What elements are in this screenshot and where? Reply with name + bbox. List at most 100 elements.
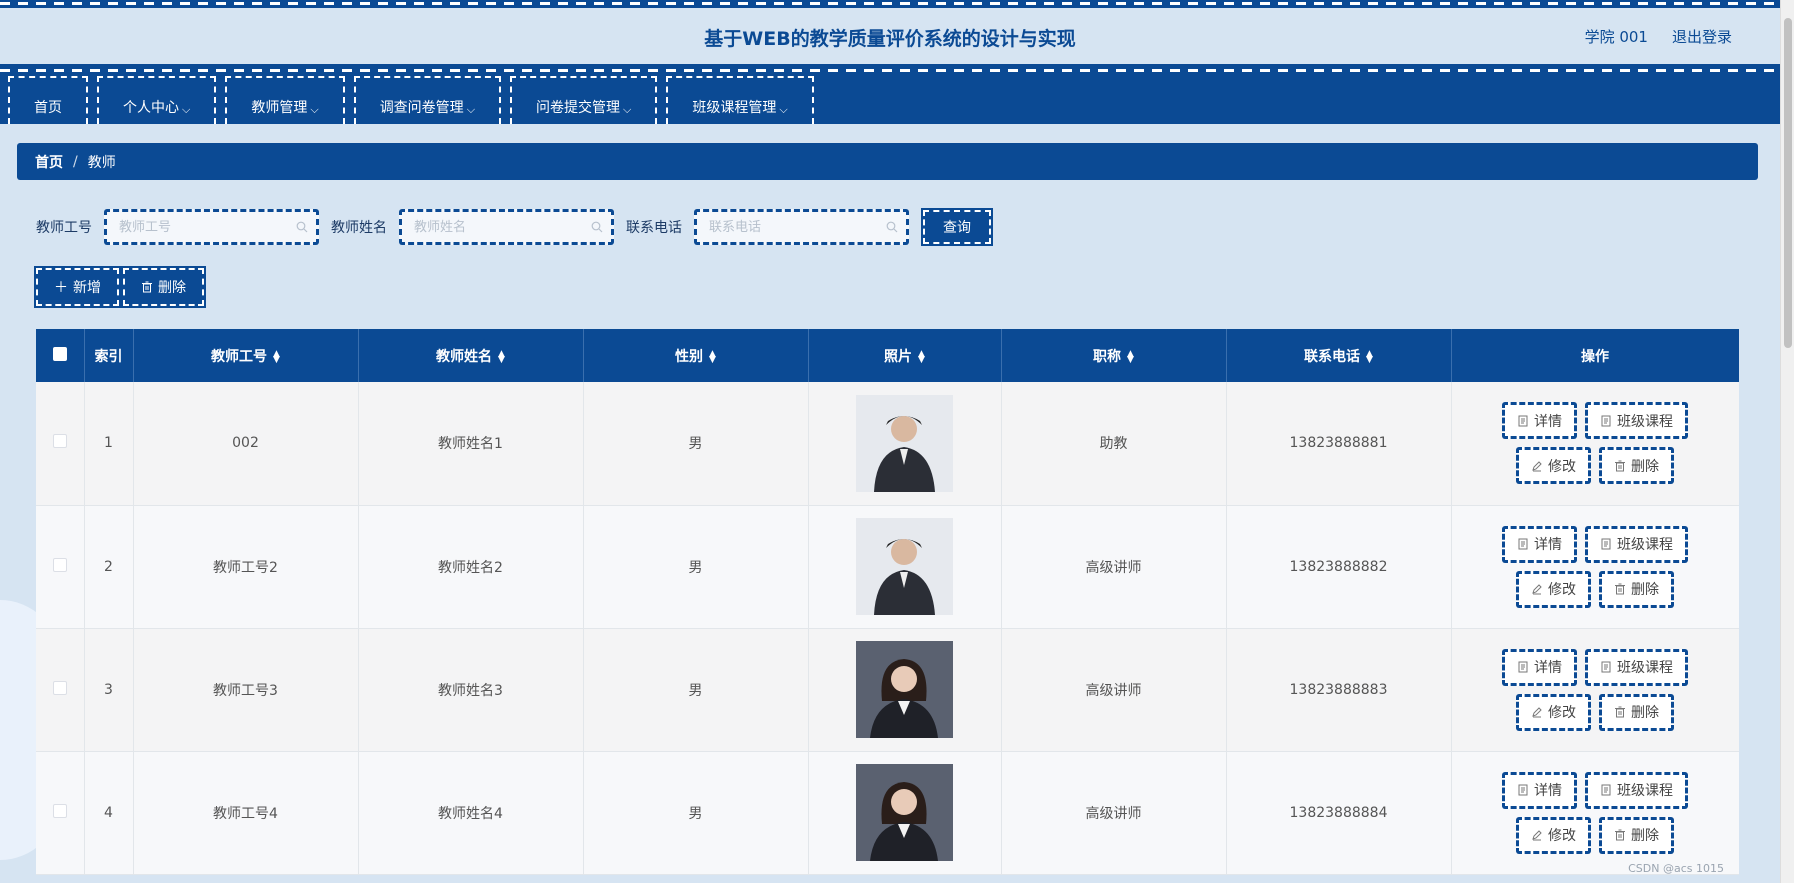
index-cell: 1: [84, 382, 134, 506]
teacher-id-cell: 教师工号3: [133, 628, 359, 752]
sort-icon[interactable]: ▲ ▼: [918, 349, 925, 364]
row-delete-button[interactable]: 删除: [1599, 816, 1674, 854]
table-row: 1 002 教师姓名1 男 助教 13823888881 详情 班级课程 修改 删除: [36, 382, 1739, 506]
edit-button[interactable]: 修改: [1516, 570, 1591, 608]
teacher-photo: [856, 394, 953, 492]
vertical-scrollbar[interactable]: [1780, 0, 1794, 883]
row-select-cell: [36, 628, 85, 752]
select-all-checkbox[interactable]: [52, 346, 67, 361]
table-row: 2 教师工号2 教师姓名2 男 高级讲师 13823888882 详情 班级课程 修改 删除: [36, 505, 1739, 629]
row-checkbox[interactable]: [52, 680, 67, 695]
index-cell: 2: [84, 505, 134, 629]
title-cell: 高级讲师: [1001, 505, 1227, 629]
detail-button-label: 详情: [1534, 660, 1562, 676]
nav-item-survey-management[interactable]: 调查问卷管理 ⌵: [353, 76, 502, 124]
actions-cell: 详情 班级课程修改 删除: [1451, 505, 1739, 629]
row-select-cell: [36, 505, 85, 629]
trash-icon: [1615, 706, 1625, 718]
edit-button[interactable]: 修改: [1516, 693, 1591, 731]
edit-button-label: 修改: [1548, 705, 1576, 721]
nav-item-class-course-management[interactable]: 班级课程管理 ⌵: [666, 76, 814, 124]
nav-label: 个人中心: [123, 100, 179, 116]
teacher-name-cell: 教师姓名4: [358, 751, 584, 875]
detail-button[interactable]: 详情: [1502, 771, 1577, 809]
edit-button[interactable]: 修改: [1516, 447, 1591, 485]
chevron-down-icon: ⌵: [779, 103, 788, 116]
row-checkbox[interactable]: [52, 557, 67, 572]
gender-cell: 男: [583, 382, 809, 506]
phone-field: [694, 209, 909, 245]
row-checkbox[interactable]: [52, 803, 67, 818]
detail-button[interactable]: 详情: [1502, 525, 1577, 563]
teacher-photo: [856, 764, 953, 861]
class-course-button-label: 班级课程: [1617, 660, 1673, 676]
document-icon: [1601, 661, 1611, 673]
class-course-button-label: 班级课程: [1617, 537, 1673, 553]
edit-button-label: 修改: [1548, 458, 1576, 475]
row-delete-button[interactable]: 删除: [1599, 570, 1674, 608]
select-all-cell: [36, 329, 85, 382]
row-checkbox[interactable]: [52, 434, 67, 449]
phone-label: 联系电话: [626, 220, 682, 236]
teacher-name-cell: 教师姓名1: [358, 382, 584, 506]
detail-button[interactable]: 详情: [1502, 648, 1577, 686]
column-phone-label: 联系电话: [1304, 348, 1361, 365]
gender-cell: 男: [583, 628, 809, 752]
nav-dashed-border: [0, 67, 1780, 75]
document-icon: [1601, 538, 1611, 550]
photo-cell: [808, 382, 1002, 506]
class-course-button-label: 班级课程: [1617, 783, 1673, 799]
trash-icon: [1615, 583, 1625, 595]
teacher-name-field: [399, 209, 614, 245]
teacher-name-input[interactable]: [402, 212, 611, 242]
gender-cell: 男: [583, 751, 809, 875]
teacher-photo: [856, 518, 953, 615]
class-course-button[interactable]: 班级课程: [1585, 402, 1688, 440]
nav-item-personal-center[interactable]: 个人中心 ⌵: [97, 76, 217, 124]
search-icon: [591, 221, 603, 233]
class-course-button[interactable]: 班级课程: [1585, 771, 1688, 809]
breadcrumb-home[interactable]: 首页: [35, 152, 63, 172]
header-dashed-border: [0, 0, 1780, 8]
title-cell: 助教: [1001, 382, 1227, 506]
edit-button-label: 修改: [1548, 828, 1576, 844]
sort-icon[interactable]: ▲ ▼: [1366, 349, 1373, 364]
class-course-button[interactable]: 班级课程: [1585, 525, 1688, 563]
row-delete-button[interactable]: 删除: [1599, 447, 1674, 485]
sort-icon[interactable]: ▲ ▼: [273, 349, 280, 364]
class-course-button[interactable]: 班级课程: [1585, 648, 1688, 686]
index-cell: 3: [84, 628, 134, 752]
delete-button[interactable]: 删除: [121, 266, 206, 308]
logout-link[interactable]: 退出登录: [1672, 26, 1732, 47]
column-header[interactable]: 教师姓名 ▲ ▼: [358, 329, 584, 382]
edit-button[interactable]: 修改: [1516, 816, 1591, 854]
query-button[interactable]: 查询: [921, 208, 993, 246]
index-cell: 4: [84, 751, 134, 875]
nav-item-teacher-management[interactable]: 教师管理 ⌵: [225, 76, 345, 124]
plus-icon: ＋: [54, 280, 68, 296]
phone-input[interactable]: [697, 212, 906, 242]
nav-item-home[interactable]: 首页: [8, 76, 88, 124]
row-delete-button[interactable]: 删除: [1599, 693, 1674, 731]
column-index-label: 索引: [94, 348, 123, 365]
document-icon: [1518, 415, 1528, 427]
sort-icon[interactable]: ▲ ▼: [709, 349, 716, 364]
table-row: 4 教师工号4 教师姓名4 男 高级讲师 13823888884 详情 班级课程 修改 删除: [36, 751, 1739, 875]
column-gender-label: 性别: [675, 348, 704, 365]
add-button[interactable]: ＋ 新增: [34, 266, 121, 308]
nav-label: 调查问卷管理: [379, 100, 464, 116]
sort-icon[interactable]: ▲ ▼: [498, 349, 505, 364]
column-header[interactable]: 联系电话 ▲ ▼: [1226, 329, 1452, 382]
nav-item-submission-management[interactable]: 问卷提交管理 ⌵: [510, 76, 658, 124]
column-header[interactable]: 教师工号 ▲ ▼: [133, 329, 359, 382]
column-header[interactable]: 照片 ▲ ▼: [808, 329, 1002, 382]
teacher-id-input[interactable]: [107, 212, 316, 242]
column-header[interactable]: 性别 ▲ ▼: [583, 329, 809, 382]
detail-button[interactable]: 详情: [1502, 402, 1577, 440]
current-user[interactable]: 学院 001: [1585, 26, 1648, 47]
column-actions-label: 操作: [1581, 348, 1609, 365]
scrollbar-thumb[interactable]: [1784, 18, 1792, 348]
sort-icon[interactable]: ▲ ▼: [1127, 349, 1134, 364]
column-teacher-name-label: 教师姓名: [436, 348, 493, 365]
column-header[interactable]: 职称 ▲ ▼: [1001, 329, 1227, 382]
